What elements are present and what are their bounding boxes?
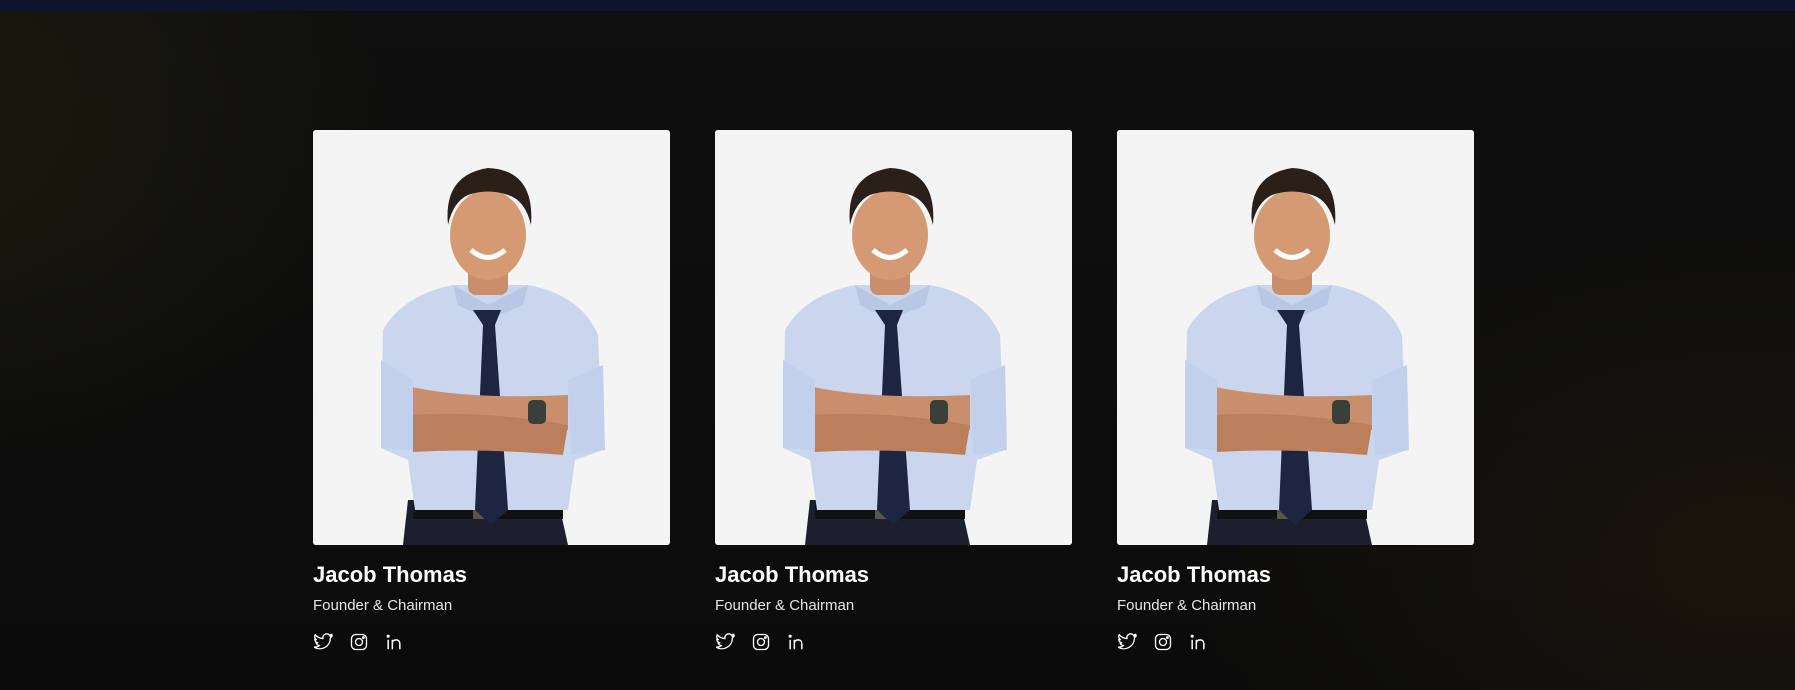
team-member-role: Founder & Chairman (313, 597, 453, 614)
team-member-role: Founder & Chairman (715, 597, 855, 614)
team-member-name: Jacob Thomas (1117, 562, 1272, 587)
team-member-role: Founder & Chairman (1117, 597, 1257, 614)
instagram-icon[interactable] (1152, 631, 1173, 652)
team-member-photo (715, 130, 1072, 545)
team-member-name: Jacob Thomas (715, 562, 870, 587)
twitter-icon[interactable] (313, 631, 334, 652)
team-member-card: Jacob Thomas Founder & Chairman (313, 130, 670, 652)
team-member-card: Jacob Thomas Founder & Chairman (1117, 130, 1474, 652)
linkedin-icon[interactable] (383, 631, 404, 652)
team-grid: Jacob Thomas Founder & Chairman Jacob Th… (313, 130, 1474, 652)
team-member-name: Jacob Thomas (313, 562, 468, 587)
instagram-icon[interactable] (750, 631, 771, 652)
twitter-icon[interactable] (715, 631, 736, 652)
social-links (715, 631, 1072, 652)
social-links (313, 631, 670, 652)
social-links (1117, 631, 1474, 652)
linkedin-icon[interactable] (1187, 631, 1208, 652)
linkedin-icon[interactable] (785, 631, 806, 652)
twitter-icon[interactable] (1117, 631, 1138, 652)
instagram-icon[interactable] (348, 631, 369, 652)
team-member-photo (313, 130, 670, 545)
team-member-card: Jacob Thomas Founder & Chairman (715, 130, 1072, 652)
team-member-photo (1117, 130, 1474, 545)
top-navigation-bar-edge (0, 0, 1795, 11)
